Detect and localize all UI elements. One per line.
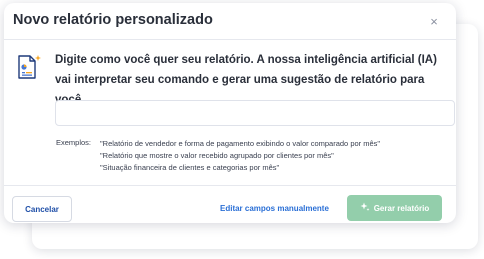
examples-label: Exemplos:	[56, 138, 92, 147]
generate-report-label: Gerar relatório	[373, 203, 430, 213]
example-item: "Relatório que mostre o valor recebido a…	[100, 151, 334, 160]
generate-report-button[interactable]: Gerar relatório	[347, 195, 442, 221]
example-item: "Relatório de vendedor e forma de pagame…	[100, 139, 381, 148]
dialog-header: Novo relatório personalizado ×	[4, 3, 456, 40]
sparkle-icon	[360, 202, 370, 214]
examples-list: "Relatório de vendedor e forma de pagame…	[100, 138, 445, 174]
dialog-title: Novo relatório personalizado	[13, 12, 213, 28]
report-dialog: Novo relatório personalizado × Digite co…	[4, 3, 456, 223]
close-icon: ×	[430, 13, 438, 29]
cancel-button[interactable]: Cancelar	[12, 196, 72, 222]
example-item: "Situação financeira de clientes e categ…	[100, 163, 280, 172]
report-prompt-input[interactable]	[55, 100, 455, 126]
document-chart-icon	[15, 54, 41, 80]
edit-fields-manually-link[interactable]: Editar campos manualmente	[220, 204, 329, 213]
close-button[interactable]: ×	[425, 12, 443, 30]
dialog-footer: Cancelar Editar campos manualmente Gerar…	[4, 185, 456, 223]
